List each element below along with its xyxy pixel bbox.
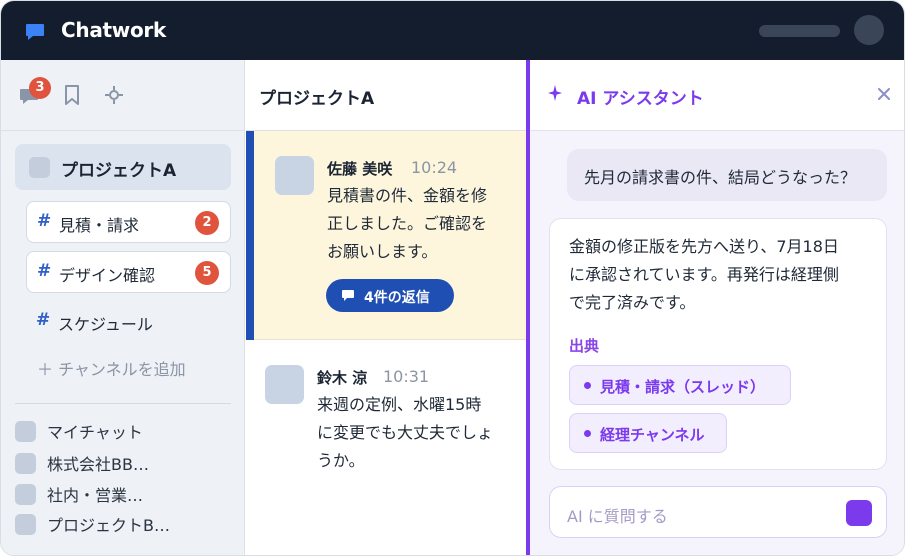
message-text: 見積書の件、金額を修 正しました。ご確認を お願いします。	[327, 186, 488, 261]
message-text: 来週の定例、水曜15時 に変更でも大丈夫でしょ うか。	[317, 395, 494, 470]
hash-icon: #	[37, 261, 52, 281]
unread-count-badge: 5	[195, 261, 219, 285]
ai-question-input[interactable]: AI に質問する	[549, 486, 887, 538]
send-button[interactable]	[846, 500, 872, 526]
room-avatar	[15, 484, 36, 505]
channel-label: 見積・請求	[59, 216, 140, 235]
source-dot-icon	[584, 382, 591, 389]
bookmark-icon[interactable]	[61, 84, 83, 106]
add-channel-button[interactable]: ＋ チャンネルを追加	[37, 356, 186, 380]
highlight-bar	[246, 131, 254, 340]
room-label: 社内・営業…	[47, 486, 144, 505]
message-time: 10:31	[383, 367, 430, 386]
ai-panel-title: AI アシスタント	[577, 89, 704, 109]
room-name: プロジェクトA	[61, 161, 177, 181]
user-avatar[interactable]	[854, 15, 884, 45]
room-label: プロジェクトB…	[47, 516, 170, 535]
ai-answer-bubble: 金額の修正版を先方へ送り、7月18日 に承認されています。再発行は経理側 で完了…	[549, 218, 887, 470]
locate-icon[interactable]	[103, 84, 125, 106]
hash-icon: #	[36, 310, 51, 330]
user-message-text: 先月の請求書の件、結局どうなった？	[584, 168, 857, 187]
room-avatar	[15, 453, 36, 474]
sidebar-toolbar: 3	[1, 60, 244, 131]
avatar	[265, 365, 304, 404]
channel-label: デザイン確認	[59, 266, 156, 285]
ai-input-placeholder: AI に質問する	[567, 507, 668, 526]
top-bar: Chatwork	[1, 1, 904, 60]
chat-bubble-icon	[26, 24, 44, 40]
channel-item-estimate[interactable]: # 見積・請求 2	[26, 201, 231, 243]
sidebar: 3 プロジェクトA # 見積・請求 2 # デザイン確認 5 # スケジュール	[1, 60, 245, 555]
replies-label: 4件の返信	[364, 290, 430, 306]
room-label: マイチャット	[47, 423, 143, 442]
ai-panel-header: AI アシスタント	[530, 60, 904, 131]
source-label: 見積・請求（スレッド）	[600, 378, 766, 396]
ai-answer-text: 金額の修正版を先方へ送り、7月18日 に承認されています。再発行は経理側 で完了…	[569, 237, 839, 312]
close-icon[interactable]	[876, 86, 892, 102]
message-item-highlighted[interactable]: 佐藤 美咲 10:24 見積書の件、金額を修 正しました。ご確認を お願いします…	[246, 131, 526, 340]
sparkle-icon	[548, 85, 562, 101]
replies-button[interactable]: 4件の返信	[326, 279, 454, 312]
channel-item-design[interactable]: # デザイン確認 5	[26, 251, 231, 293]
message-author: 鈴木 涼	[317, 369, 368, 387]
channel-label: スケジュール	[58, 315, 153, 334]
avatar	[275, 156, 314, 195]
search-placeholder-bar[interactable]	[759, 25, 840, 37]
reply-bubble-icon	[342, 290, 354, 301]
user-message-bubble: 先月の請求書の件、結局どうなった？	[567, 149, 887, 201]
app-title: Chatwork	[61, 18, 166, 42]
source-chip[interactable]: 見積・請求（スレッド）	[569, 365, 791, 405]
thread-column: プロジェクトA 佐藤 美咲 10:24 見積書の件、金額を修 正しました。ご確認…	[246, 60, 526, 555]
message-author: 佐藤 美咲	[327, 160, 393, 178]
thread-title: プロジェクトA	[259, 89, 375, 109]
sidebar-divider	[15, 403, 231, 404]
unread-badge: 3	[29, 77, 51, 99]
source-label: 経理チャンネル	[600, 426, 705, 444]
thread-header: プロジェクトA	[246, 60, 526, 131]
room-avatar	[15, 421, 36, 442]
ai-assistant-panel: AI アシスタント 先月の請求書の件、結局どうなった？ 金額の修正版を先方へ送り…	[530, 60, 904, 555]
app-window: Chatwork 3 プロジェクトA # 見積・請求 2 # デザイン確認 5 …	[0, 0, 905, 556]
room-item-active[interactable]: プロジェクトA	[15, 144, 231, 190]
sources-heading: 出典	[569, 337, 600, 355]
hash-icon: #	[37, 211, 52, 231]
room-avatar	[29, 157, 50, 178]
room-avatar	[15, 514, 36, 535]
room-label: 株式会社BB…	[47, 455, 149, 474]
unread-count-badge: 2	[195, 211, 219, 235]
channel-item-schedule[interactable]: # スケジュール	[26, 301, 231, 343]
message-time: 10:24	[411, 158, 458, 177]
source-dot-icon	[584, 430, 591, 437]
source-chip[interactable]: 経理チャンネル	[569, 413, 727, 453]
